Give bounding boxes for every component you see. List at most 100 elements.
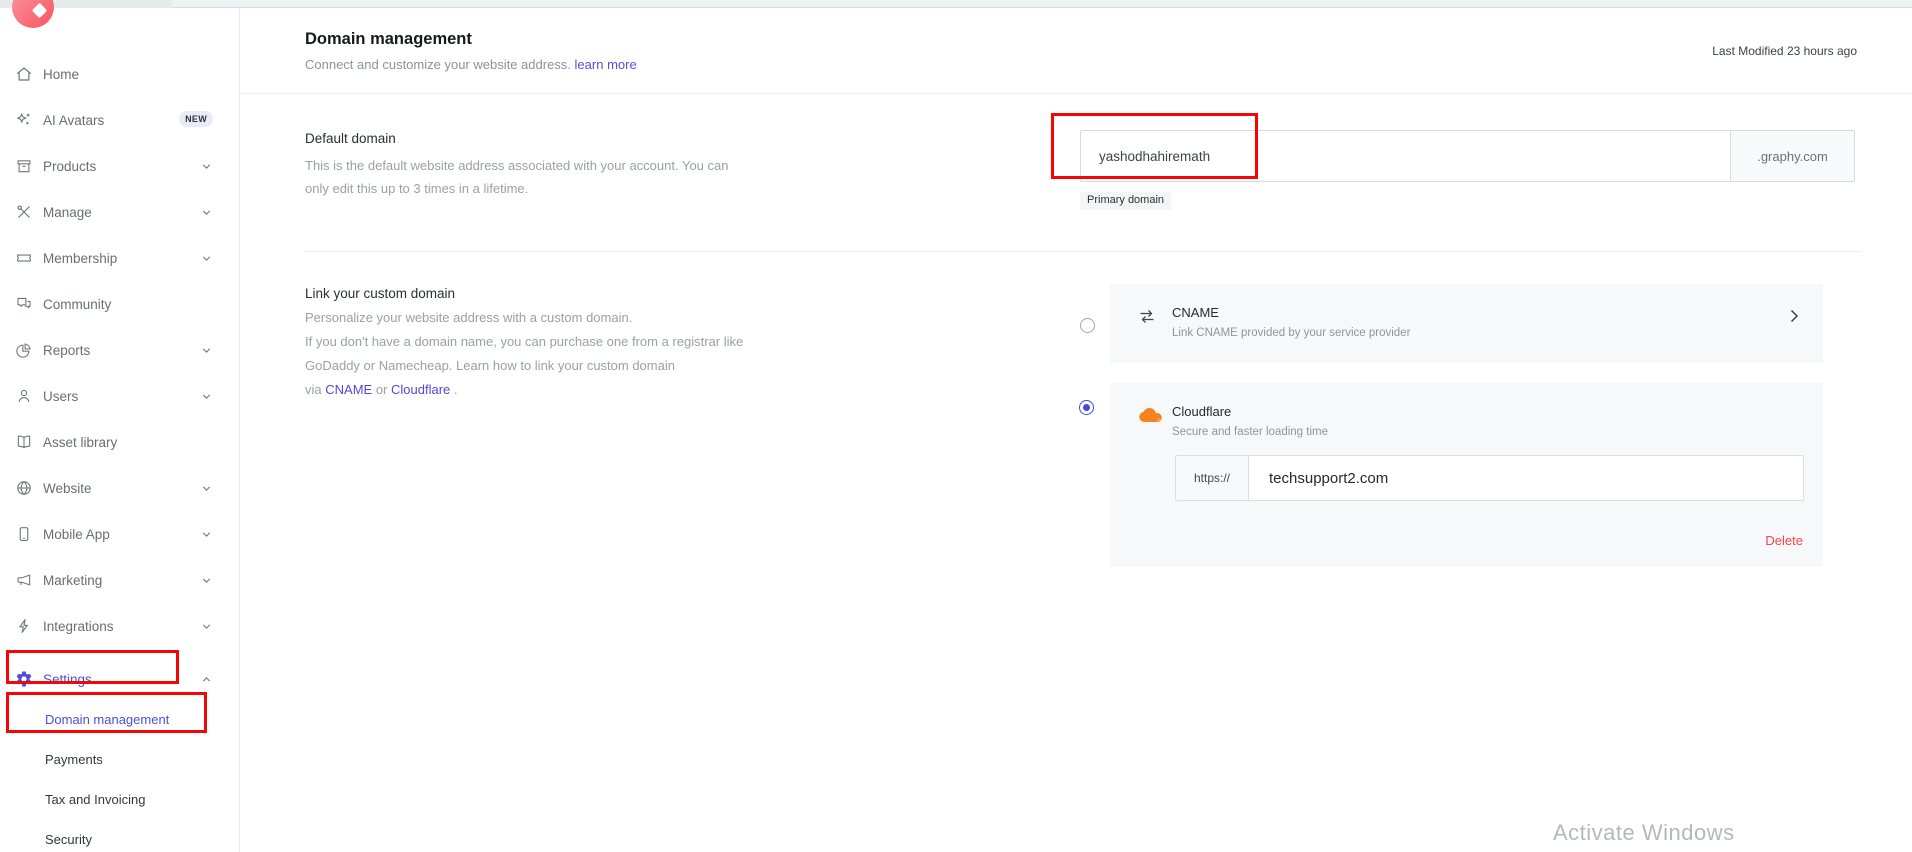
primary-domain-badge: Primary domain <box>1080 192 1171 210</box>
cname-arrows-icon <box>1138 305 1164 327</box>
url-protocol-text: https:// <box>1194 471 1230 485</box>
chevron-down-icon <box>200 574 213 587</box>
sidebar-subitem-tax-and-invoicing[interactable]: Tax and Invoicing <box>0 787 240 811</box>
main-content: Domain management Connect and customize … <box>241 8 1912 852</box>
sidebar-item-label: Users <box>43 389 78 404</box>
sidebar-item-reports[interactable]: Reports <box>0 338 240 362</box>
delete-domain-button[interactable]: Delete <box>1765 533 1803 548</box>
sidebar-item-integrations[interactable]: Integrations <box>0 614 240 638</box>
app-root: Home AI Avatars NEW Products Manage <box>0 0 1912 852</box>
chat-icon <box>15 295 33 313</box>
new-badge: NEW <box>179 111 213 127</box>
tools-icon <box>15 203 33 221</box>
section-divider <box>305 251 1860 252</box>
cloudflare-option-card: Cloudflare Secure and faster loading tim… <box>1110 383 1823 567</box>
chevron-down-icon <box>200 252 213 265</box>
sidebar-item-mobile-app[interactable]: Mobile App <box>0 522 240 546</box>
book-icon <box>15 433 33 451</box>
sidebar-item-label: Integrations <box>43 619 114 634</box>
chevron-down-icon <box>200 206 213 219</box>
phone-icon <box>15 525 33 543</box>
sidebar-item-products[interactable]: Products <box>0 154 240 178</box>
sidebar: Home AI Avatars NEW Products Manage <box>0 8 240 852</box>
cname-radio[interactable] <box>1080 318 1095 333</box>
logo-diamond-icon <box>32 3 48 19</box>
browser-edge-strip <box>0 0 1912 8</box>
sidebar-subitem-payments[interactable]: Payments <box>0 747 240 771</box>
sidebar-item-asset-library[interactable]: Asset library <box>0 430 240 454</box>
cname-option-title: CNAME <box>1172 305 1219 320</box>
cname-option-card[interactable]: CNAME Link CNAME provided by your servic… <box>1110 284 1823 363</box>
sidebar-item-community[interactable]: Community <box>0 292 240 316</box>
cloudflare-cloud-icon <box>1138 404 1164 426</box>
chevron-down-icon <box>200 390 213 403</box>
sidebar-item-label: Mobile App <box>43 527 110 542</box>
custom-domain-desc-line4: via CNAME or Cloudflare . <box>305 378 743 402</box>
domain-suffix-text: .graphy.com <box>1757 149 1828 164</box>
sidebar-item-manage[interactable]: Manage <box>0 200 240 224</box>
default-domain-input[interactable] <box>1080 130 1731 182</box>
desc-or-text: or <box>376 382 388 397</box>
chevron-right-icon[interactable] <box>1787 308 1801 324</box>
domain-suffix-box: .graphy.com <box>1730 130 1855 182</box>
sidebar-item-website[interactable]: Website <box>0 476 240 500</box>
desc-period-text: . <box>454 382 458 397</box>
globe-icon <box>15 479 33 497</box>
sidebar-subitem-label: Payments <box>45 752 103 767</box>
cloudflare-link[interactable]: Cloudflare <box>391 382 450 397</box>
sidebar-subitem-label: Security <box>45 832 92 847</box>
sidebar-item-settings[interactable]: Settings <box>0 667 240 691</box>
activate-windows-watermark: Activate Windows <box>1553 820 1735 846</box>
sidebar-item-label: Asset library <box>43 435 117 450</box>
sidebar-item-users[interactable]: Users <box>0 384 240 408</box>
custom-domain-description: Personalize your website address with a … <box>305 306 743 402</box>
learn-more-link[interactable]: learn more <box>575 57 637 72</box>
chevron-up-icon <box>200 673 213 686</box>
sidebar-item-label: Products <box>43 159 96 174</box>
default-domain-title: Default domain <box>305 131 396 146</box>
sidebar-item-label: Settings <box>43 672 92 687</box>
desc-via-text: via <box>305 382 322 397</box>
box-icon <box>15 157 33 175</box>
sidebar-item-label: Reports <box>43 343 90 358</box>
chevron-down-icon <box>200 344 213 357</box>
cloudflare-option-subtitle: Secure and faster loading time <box>1172 426 1328 438</box>
chevron-down-icon <box>200 482 213 495</box>
sidebar-item-label: AI Avatars <box>43 113 104 128</box>
custom-domain-desc-line3: GoDaddy or Namecheap. Learn how to link … <box>305 354 743 378</box>
sidebar-item-label: Community <box>43 297 111 312</box>
megaphone-icon <box>15 571 33 589</box>
pie-chart-icon <box>15 341 33 359</box>
sidebar-subitem-label: Domain management <box>45 712 169 727</box>
sidebar-item-ai-avatars[interactable]: AI Avatars NEW <box>0 108 240 132</box>
chevron-down-icon <box>200 160 213 173</box>
sidebar-item-marketing[interactable]: Marketing <box>0 568 240 592</box>
sidebar-item-label: Home <box>43 67 79 82</box>
header-divider <box>241 93 1912 94</box>
home-icon <box>15 65 33 83</box>
url-protocol-prefix: https:// <box>1175 455 1248 501</box>
custom-domain-desc-line2: If you don't have a domain name, you can… <box>305 330 743 354</box>
sidebar-item-home[interactable]: Home <box>0 62 240 86</box>
last-modified-text: Last Modified 23 hours ago <box>1712 44 1857 58</box>
user-icon <box>15 387 33 405</box>
sidebar-item-label: Manage <box>43 205 92 220</box>
sidebar-subitem-label: Tax and Invoicing <box>45 792 145 807</box>
chevron-down-icon <box>200 528 213 541</box>
sidebar-item-label: Membership <box>43 251 117 266</box>
app-logo[interactable] <box>12 0 54 28</box>
cname-link[interactable]: CNAME <box>325 382 372 397</box>
custom-domain-url-input[interactable] <box>1248 455 1804 501</box>
custom-domain-title: Link your custom domain <box>305 286 455 301</box>
sidebar-item-membership[interactable]: Membership <box>0 246 240 270</box>
page-subtitle: Connect and customize your website addre… <box>305 57 637 72</box>
page-title: Domain management <box>305 30 472 49</box>
sidebar-item-label: Marketing <box>43 573 102 588</box>
sparkles-icon <box>15 111 33 129</box>
cloudflare-option-title: Cloudflare <box>1172 404 1231 419</box>
cloudflare-radio[interactable] <box>1079 400 1094 415</box>
page-subtitle-text: Connect and customize your website addre… <box>305 57 571 72</box>
sidebar-subitem-security[interactable]: Security <box>0 827 240 851</box>
sidebar-subitem-domain-management[interactable]: Domain management <box>0 707 240 731</box>
ticket-icon <box>15 249 33 267</box>
